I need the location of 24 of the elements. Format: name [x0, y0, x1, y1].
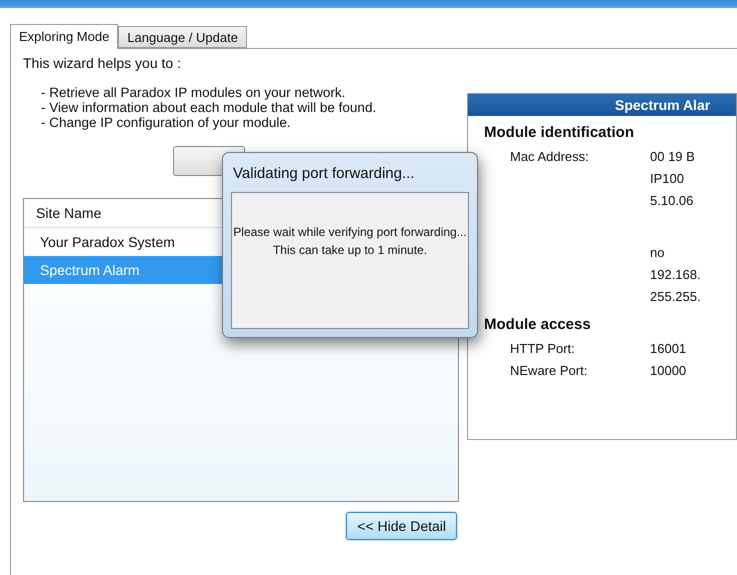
field-value: 16001 — [650, 340, 688, 358]
dialog-message: This can take up to 1 minute. — [272, 243, 428, 257]
section-title: Module access — [484, 316, 592, 335]
intro-bullet: - Retrieve all Paradox IP modules on your network. — [41, 85, 346, 100]
field-value: IP100 — [650, 170, 685, 188]
field-value: 10000 — [650, 362, 688, 380]
field-value: 192.168. — [650, 266, 702, 284]
dialog-message: Please wait while verifying port forwarding... — [233, 225, 467, 239]
intro-heading: This wizard helps you to : — [23, 55, 182, 71]
tab[interactable]: Language / Update — [118, 26, 247, 48]
field-value: 00 19 B — [650, 148, 696, 166]
field-label: Mac Address: — [510, 148, 590, 166]
section-title: Module identification — [484, 124, 635, 143]
intro-bullet: - Change IP configuration of your module. — [41, 115, 292, 130]
field-value: no — [650, 244, 666, 262]
detail-title: Spectrum Alar — [468, 94, 736, 116]
field-value: 5.10.06 — [650, 192, 694, 210]
tab[interactable]: Exploring Mode — [10, 24, 118, 49]
dialog-title: Validating port forwarding... — [232, 164, 416, 184]
field-value: 255.255. — [650, 288, 702, 306]
field-label: HTTP Port: — [510, 340, 576, 358]
intro-bullet: - View information about each module that will be found. — [41, 100, 378, 115]
hide-detail-button[interactable]: << Hide Detail — [346, 512, 457, 540]
field-label: NEware Port: — [510, 362, 588, 380]
